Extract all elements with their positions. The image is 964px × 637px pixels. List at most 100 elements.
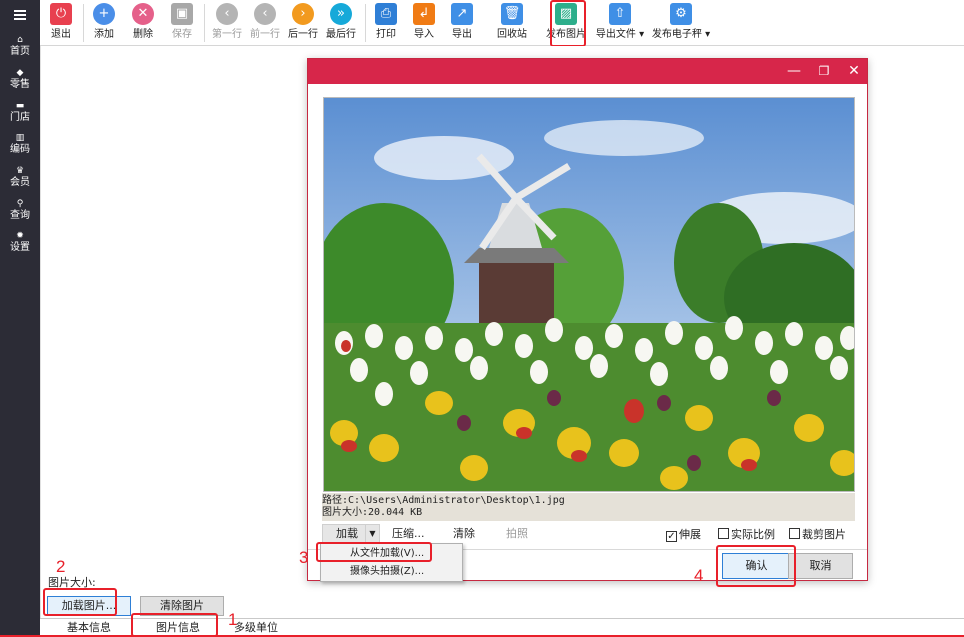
nav-item-code[interactable]: ▥ 编码: [0, 132, 40, 164]
publish-image-icon: ▨: [555, 3, 577, 25]
tulip-windmill-photo: [324, 98, 854, 491]
load-combo-button[interactable]: 加载 ▼: [322, 524, 380, 544]
prev-row-label: 前一行: [250, 29, 280, 40]
maximize-icon[interactable]: ❐: [809, 59, 839, 84]
load-dropdown-menu: 从文件加载(V)... 摄像头拍摄(Z)...: [320, 543, 463, 582]
recycle-bin-label: 回收站: [497, 29, 527, 40]
nav-label-settings: 设置: [10, 242, 30, 253]
first-row-label: 第一行: [212, 29, 242, 40]
last-row-icon: »: [330, 3, 352, 25]
delete-button[interactable]: ✕ 删除: [128, 3, 158, 43]
nav-item-home[interactable]: ⌂ 首页: [0, 34, 40, 66]
last-row-label: 最后行: [326, 29, 356, 40]
import-button[interactable]: ↲ 导入: [409, 3, 439, 43]
publish-image-label: 发布图片: [546, 29, 586, 40]
toolbar-divider: [204, 4, 205, 42]
recycle-bin-button[interactable]: 🗑 回收站: [492, 3, 532, 43]
next-row-icon: ›: [292, 3, 314, 25]
nav-label-query: 查询: [10, 210, 30, 221]
annotation-2: 2: [56, 557, 66, 576]
crop-checkbox[interactable]: 裁剪图片: [789, 528, 846, 542]
clear-button[interactable]: 清除: [453, 524, 475, 544]
close-icon[interactable]: ✕: [839, 59, 869, 84]
export-file-label: 导出文件 ▾: [595, 29, 645, 40]
gear-icon: ✹: [16, 231, 24, 241]
compress-button[interactable]: 压缩...: [392, 524, 425, 544]
add-icon: +: [93, 3, 115, 25]
stretch-checkbox[interactable]: ✓ 伸展: [666, 528, 701, 542]
store-icon: ▬: [15, 101, 25, 111]
annotation-3: 3: [299, 548, 309, 567]
export-file-button[interactable]: ⇧ 导出文件 ▾: [594, 3, 646, 43]
checkbox-icon: [789, 528, 800, 539]
cancel-button[interactable]: 取消: [788, 553, 853, 579]
load-image-button[interactable]: 加载图片...: [47, 596, 131, 616]
exit-label: 退出: [51, 29, 71, 40]
actual-ratio-checkbox[interactable]: 实际比例: [718, 528, 775, 542]
camera-capture-item[interactable]: 摄像头拍摄(Z)...: [321, 563, 462, 581]
dialog-titlebar[interactable]: — ❐ ✕: [308, 59, 867, 84]
checkbox-checked-icon: ✓: [666, 531, 677, 542]
actual-ratio-label: 实际比例: [731, 528, 775, 541]
import-label: 导入: [414, 29, 434, 40]
save-button[interactable]: ▣ 保存: [167, 3, 197, 43]
toolbar-divider: [365, 4, 366, 42]
load-from-file-item[interactable]: 从文件加载(V)...: [321, 545, 462, 563]
image-size-text: 图片大小:20.044 KB: [322, 507, 423, 518]
exit-button[interactable]: ⏻ 退出: [46, 3, 76, 43]
image-dialog: — ❐ ✕ 路径:C:\Users\Administrator\Desktop\…: [307, 58, 868, 581]
prev-row-icon: ‹: [254, 3, 276, 25]
delete-label: 删除: [133, 29, 153, 40]
crown-icon: ♛: [15, 166, 25, 176]
capture-button[interactable]: 拍照: [506, 524, 528, 544]
save-icon: ▣: [171, 3, 193, 25]
clear-image-button[interactable]: 清除图片: [140, 596, 224, 616]
chevron-down-icon[interactable]: ▼: [365, 525, 379, 543]
load-label: 加载: [336, 527, 358, 540]
nav-label-home: 首页: [10, 46, 30, 57]
nav-label-code: 编码: [10, 144, 30, 155]
prev-row-button[interactable]: ‹ 前一行: [247, 3, 283, 43]
next-row-button[interactable]: › 后一行: [285, 3, 321, 43]
last-row-button[interactable]: » 最后行: [323, 3, 359, 43]
tag-icon: ◆: [16, 68, 24, 78]
import-icon: ↲: [413, 3, 435, 25]
export-file-icon: ⇧: [609, 3, 631, 25]
annotation-1: 1: [228, 610, 238, 629]
next-row-label: 后一行: [288, 29, 318, 40]
nav-item-store[interactable]: ▬ 门店: [0, 100, 40, 132]
menu-icon[interactable]: [14, 10, 26, 20]
save-label: 保存: [172, 29, 192, 40]
publish-scale-button[interactable]: ⚙ 发布电子秤 ▾: [650, 3, 712, 43]
nav-item-settings[interactable]: ✹ 设置: [0, 230, 40, 262]
stretch-label: 伸展: [679, 528, 701, 541]
add-button[interactable]: + 添加: [89, 3, 119, 43]
nav-item-member[interactable]: ♛ 会员: [0, 165, 40, 197]
nav-label-retail: 零售: [10, 79, 30, 90]
image-info-box: 路径:C:\Users\Administrator\Desktop\1.jpg …: [322, 493, 855, 521]
export-icon: ↗: [451, 3, 473, 25]
print-icon: ⎙: [375, 3, 397, 25]
image-path-text: 路径:C:\Users\Administrator\Desktop\1.jpg: [322, 495, 565, 506]
add-label: 添加: [94, 29, 114, 40]
publish-image-button[interactable]: ▨ 发布图片: [545, 3, 587, 43]
nav-item-query[interactable]: ⚲ 查询: [0, 198, 40, 230]
power-icon: ⏻: [50, 3, 72, 25]
first-row-button[interactable]: ‹ 第一行: [209, 3, 245, 43]
checkbox-icon: [718, 528, 729, 539]
scale-gear-icon: ⚙: [670, 3, 692, 25]
app-window: ⌂ 首页 ◆ 零售 ▬ 门店 ▥ 编码 ♛ 会员 ⚲ 查询 ✹ 设置 ⏻ 退出 …: [0, 0, 964, 637]
annotation-4: 4: [694, 566, 704, 585]
toolbar-divider: [83, 4, 84, 42]
nav-item-retail[interactable]: ◆ 零售: [0, 67, 40, 99]
publish-scale-label: 发布电子秤 ▾: [651, 29, 711, 40]
confirm-button[interactable]: 确认: [722, 553, 791, 579]
print-button[interactable]: ⎙ 打印: [371, 3, 401, 43]
export-button[interactable]: ↗ 导出: [447, 3, 477, 43]
nav-label-store: 门店: [10, 112, 30, 123]
crop-label: 裁剪图片: [802, 528, 846, 541]
search-icon: ⚲: [16, 199, 24, 209]
minimize-icon[interactable]: —: [779, 59, 809, 84]
trash-icon: 🗑: [501, 3, 523, 25]
nav-label-member: 会员: [10, 177, 30, 188]
